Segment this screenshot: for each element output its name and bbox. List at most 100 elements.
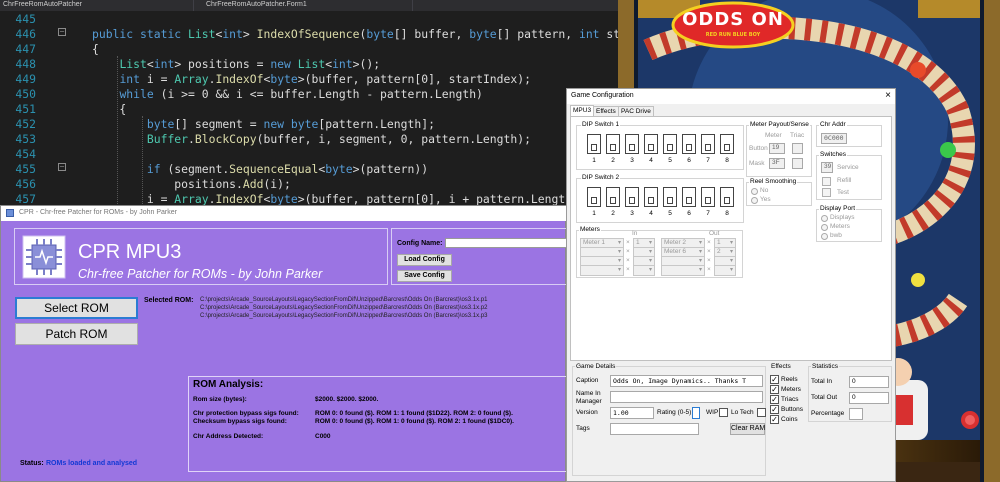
dip1-switch-7[interactable] — [701, 134, 715, 154]
config-name-input[interactable] — [445, 238, 570, 248]
dip-lever — [686, 197, 692, 204]
chevron-down-icon: ▾ — [617, 267, 621, 273]
switches-input[interactable]: 39 — [821, 162, 833, 173]
rating-input[interactable] — [692, 407, 700, 419]
test-label: Test — [837, 189, 849, 196]
dip1-switch-5[interactable] — [663, 134, 677, 154]
tags-input[interactable] — [610, 423, 699, 435]
wip-label: WIP — [706, 409, 719, 416]
dip-lever — [667, 197, 673, 204]
effect-reels-checkbox[interactable]: ✓ — [770, 375, 779, 384]
selected-rom-label: Selected ROM: — [144, 297, 194, 304]
chr-addr-group: Chr Addr 0C000 — [816, 121, 882, 147]
dip1-switch-1[interactable] — [587, 134, 601, 154]
clear-ram-button[interactable]: Clear RAM — [730, 423, 765, 435]
cpr-title-bar[interactable]: CPR - Chr-free Patcher for ROMs - by Joh… — [1, 206, 567, 221]
effect-buttons-checkbox[interactable]: ✓ — [770, 405, 779, 414]
code-line: 445 — [0, 12, 618, 27]
dip2-switch-6[interactable] — [682, 187, 696, 207]
reel-smoothing-yes-radio[interactable] — [751, 197, 758, 204]
dialog-title-bar[interactable]: Game Configuration × — [567, 89, 895, 104]
save-config-button[interactable]: Save Config — [397, 270, 452, 282]
meter-in-select[interactable]: ▾ — [580, 265, 624, 276]
service-label: Service — [837, 164, 859, 171]
load-config-button[interactable]: Load Config — [397, 254, 452, 266]
dip2-number-4: 4 — [649, 210, 653, 217]
chr-addr-input[interactable]: 0C000 — [821, 133, 847, 144]
caption-input[interactable]: Odds On, Image Dynamics.. Thanks T — [610, 375, 763, 387]
meter-out-multiplier[interactable]: ▾ — [714, 265, 736, 276]
triac-col-label: Triac — [790, 132, 805, 139]
lo-tech-checkbox[interactable] — [757, 408, 766, 417]
meter-out-select[interactable]: ▾ — [661, 265, 705, 276]
chr-bypass-value: ROM 0: 0 found ($). ROM 1: 1 found ($1D2… — [315, 410, 513, 417]
app-icon — [6, 209, 14, 217]
chevron-down-icon: ▾ — [648, 267, 652, 273]
dip2-number-8: 8 — [725, 210, 729, 217]
pinball-logo: ODDS ON — [682, 9, 784, 30]
rom-path-2: C:\projects\Arcade_SourceLayouts\LegacyS… — [200, 305, 488, 311]
effect-meters-checkbox[interactable]: ✓ — [770, 385, 779, 394]
editor-tab-form[interactable]: ChrFreeRomAutoPatcher.Form1 — [206, 1, 307, 8]
dip-lever — [705, 197, 711, 204]
dip2-switch-2[interactable] — [606, 187, 620, 207]
rom-path-3: C:\projects\Arcade_SourceLayouts\LegacyS… — [200, 313, 488, 319]
mask-meter-input[interactable]: 3F — [769, 158, 785, 169]
dip1-switch-8[interactable] — [720, 134, 734, 154]
select-rom-button[interactable]: Select ROM — [15, 297, 138, 319]
version-input[interactable]: 1.00 — [610, 407, 654, 419]
dip1-number-6: 6 — [687, 157, 691, 164]
dip2-switch-7[interactable] — [701, 187, 715, 207]
name-in-manager-input[interactable] — [610, 391, 763, 403]
meter-in-multiplier[interactable]: ▾ — [633, 265, 655, 276]
code-text: List<int> positions = new List<int>(); — [119, 57, 381, 71]
code-line: 446 public static List<int> IndexOfSequen… — [0, 27, 661, 42]
wip-checkbox[interactable] — [719, 408, 728, 417]
dip2-switch-8[interactable] — [720, 187, 734, 207]
display-port-displays-radio[interactable] — [821, 215, 828, 222]
code-text: { — [92, 102, 127, 116]
code-text: if (segment.SequenceEqual<byte>(pattern)… — [146, 162, 429, 176]
dip-lever — [610, 144, 616, 151]
effect-triacs-checkbox[interactable]: ✓ — [770, 395, 779, 404]
dip1-number-3: 3 — [630, 157, 634, 164]
dip2-switch-4[interactable] — [644, 187, 658, 207]
switches-group: Switches 39 Service Refill Test — [816, 151, 882, 200]
dip2-switch-3[interactable] — [625, 187, 639, 207]
button-triac-input[interactable] — [792, 143, 803, 154]
close-icon[interactable]: × — [885, 90, 891, 101]
effects-label: Effects — [771, 363, 791, 370]
patch-rom-button[interactable]: Patch ROM — [15, 323, 138, 345]
code-text: Buffer.BlockCopy(buffer, i, segment, 0, … — [146, 132, 531, 146]
line-number: 446 — [15, 27, 36, 41]
dip2-switch-1[interactable] — [587, 187, 601, 207]
total-in-input[interactable]: 0 — [849, 376, 889, 388]
total-out-input[interactable]: 0 — [849, 392, 889, 404]
reel-smoothing-no-radio[interactable] — [751, 188, 758, 195]
code-line: 454 — [0, 147, 618, 162]
multiply-icon: × — [707, 248, 711, 255]
dip1-switch-4[interactable] — [644, 134, 658, 154]
display-port-bwb-radio[interactable] — [821, 233, 828, 240]
dip2-switch-5[interactable] — [663, 187, 677, 207]
line-number: 449 — [15, 72, 36, 86]
effect-coins-checkbox[interactable]: ✓ — [770, 415, 779, 424]
code-text: { — [92, 42, 99, 56]
button-meter-input[interactable]: 19 — [769, 143, 785, 154]
rating-label: Rating (0-5) — [657, 409, 692, 416]
service-checkbox[interactable] — [822, 177, 831, 186]
dip1-switch-3[interactable] — [625, 134, 639, 154]
rom-analysis-panel: ROM Analysis: Rom size (bytes): $2000. $… — [188, 376, 567, 472]
code-text: positions.Add(i); — [92, 177, 291, 191]
display-port-meters-radio[interactable] — [821, 224, 828, 231]
code-line: 453 Buffer.BlockCopy(buffer, i, segment,… — [0, 132, 618, 147]
editor-tab-project[interactable]: ChrFreeRomAutoPatcher — [3, 1, 82, 8]
dip1-switch-6[interactable] — [682, 134, 696, 154]
test-checkbox[interactable] — [822, 188, 831, 197]
rom-size-label: Rom size (bytes): — [193, 396, 247, 403]
dip1-switch-2[interactable] — [606, 134, 620, 154]
line-number: 453 — [15, 132, 36, 146]
percentage-input[interactable] — [849, 408, 863, 420]
mask-triac-input[interactable] — [792, 158, 803, 169]
multiply-icon: × — [707, 257, 711, 264]
